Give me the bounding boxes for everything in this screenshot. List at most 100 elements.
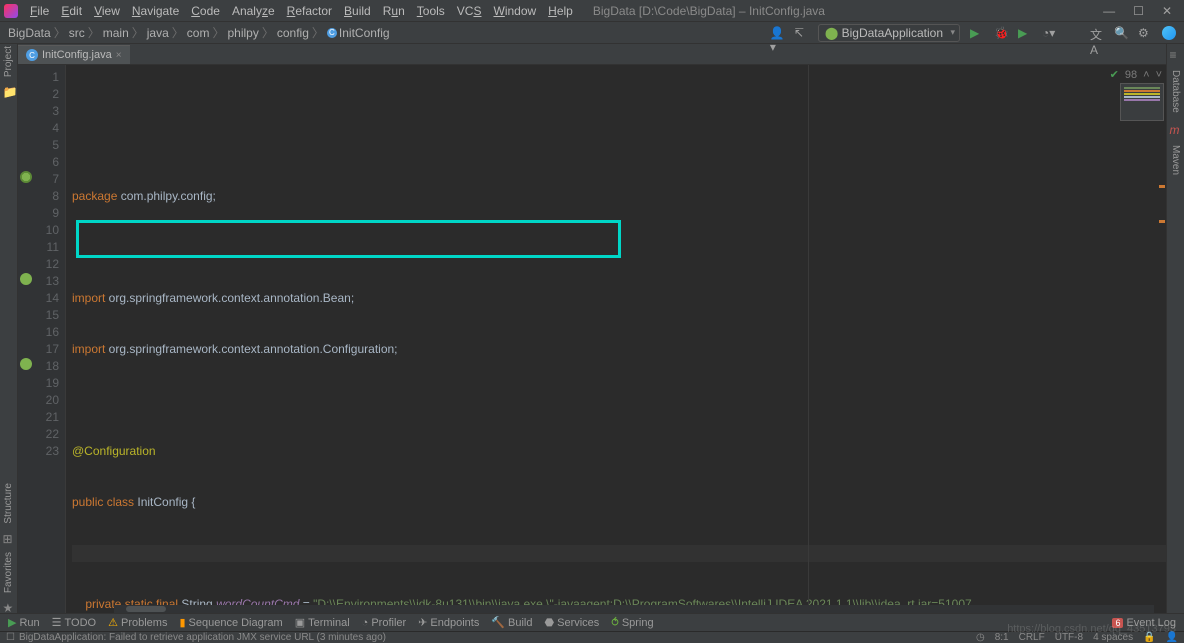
btab-problems[interactable]: ⚠Problems [108, 616, 167, 629]
btab-label: Event Log [1126, 617, 1176, 629]
btab-label: Build [508, 617, 532, 629]
btab-sequence[interactable]: ▮Sequence Diagram [179, 616, 282, 629]
file-tab-initconfig[interactable]: C InitConfig.java × [18, 45, 130, 64]
add-user-icon[interactable]: 👤▾ [770, 26, 784, 40]
chevron-up-icon[interactable]: ˄ [1143, 67, 1149, 84]
btab-services[interactable]: ⬣Services [545, 616, 600, 629]
star-icon: ★ [3, 601, 15, 613]
menu-vcs[interactable]: VCS [451, 2, 488, 20]
class-icon: C [327, 28, 337, 38]
structure-icon: ⊞ [3, 532, 15, 544]
menu-help[interactable]: Help [542, 2, 579, 20]
status-encoding[interactable]: UTF-8 [1055, 632, 1083, 643]
close-icon[interactable]: ✕ [1162, 4, 1172, 18]
menu-navigate[interactable]: Navigate [126, 2, 185, 20]
btab-label: Endpoints [430, 617, 479, 629]
bc-main[interactable]: main [103, 26, 129, 40]
btab-todo[interactable]: ☰TODO [52, 616, 96, 629]
hammer-icon[interactable]: ↸ [794, 26, 808, 40]
bc-project[interactable]: BigData [8, 26, 51, 40]
minimize-icon[interactable]: — [1103, 4, 1115, 18]
bc-com[interactable]: com [187, 26, 210, 40]
folder-icon[interactable]: 📁 [3, 85, 15, 97]
btab-terminal[interactable]: ▣Terminal [295, 616, 350, 629]
bc-java[interactable]: java [147, 26, 169, 40]
menu-window[interactable]: Window [487, 2, 542, 20]
btab-run[interactable]: ▶Run [8, 616, 40, 629]
gutter-bean-icon[interactable] [20, 358, 32, 370]
titlebar: File Edit View Navigate Code Analyze Ref… [0, 0, 1184, 22]
tool-maven[interactable]: Maven [1170, 145, 1181, 175]
bc-src[interactable]: src [69, 26, 85, 40]
btab-build[interactable]: 🔨Build [491, 616, 532, 629]
search-icon[interactable]: 🔍 [1114, 26, 1128, 40]
code-token: @Configuration [72, 444, 156, 458]
btab-label: Sequence Diagram [189, 617, 283, 629]
event-badge: 6 [1112, 618, 1123, 628]
btab-eventlog[interactable]: 6 Event Log [1112, 617, 1176, 629]
lock-icon[interactable]: 🔒 [1143, 632, 1155, 643]
tab-close-icon[interactable]: × [116, 50, 122, 61]
menu-run[interactable]: Run [377, 2, 411, 20]
editor[interactable]: 12345 678910 1112131415 1617181920 21222… [18, 65, 1166, 613]
horizontal-scrollbar[interactable] [114, 605, 1154, 613]
class-icon: C [26, 49, 38, 61]
tool-project[interactable]: Project [3, 46, 14, 77]
code-token: org.springframework.context.annotation.C… [105, 342, 397, 356]
status-caret-pos[interactable]: 8:1 [995, 632, 1009, 643]
inspection-ok-icon[interactable]: ✔ [1110, 67, 1119, 84]
run-config-selector[interactable]: ⬤ BigDataApplication [818, 24, 960, 42]
debug-icon[interactable]: 🐞 [994, 26, 1008, 40]
bc-philpy[interactable]: philpy [227, 26, 258, 40]
menu-build[interactable]: Build [338, 2, 377, 20]
tool-structure[interactable]: Structure [3, 483, 14, 524]
chevron-down-icon[interactable]: ˅ [1156, 67, 1162, 84]
btab-label: TODO [65, 617, 97, 629]
code-area[interactable]: ✔ 98 ˄ ˅ package com.philpy.config; impo… [66, 65, 1166, 613]
status-indent[interactable]: 4 spaces [1093, 632, 1133, 643]
bc-class[interactable]: InitConfig [339, 26, 390, 40]
code-token: InitConfig { [134, 495, 195, 509]
stop-icon[interactable] [1066, 26, 1080, 40]
menu-view[interactable]: View [88, 2, 126, 20]
btab-profiler[interactable]: ◔Profiler [362, 617, 407, 629]
status-message: BigDataApplication: Failed to retrieve a… [19, 632, 386, 643]
right-margin-line [808, 65, 809, 613]
btab-label: Terminal [308, 617, 350, 629]
translate-icon[interactable]: 文A [1090, 26, 1104, 40]
status-line-sep[interactable]: CRLF [1019, 632, 1045, 643]
avatar-icon[interactable] [1162, 26, 1176, 40]
code-token: import [72, 342, 105, 356]
gutter[interactable]: 12345 678910 1112131415 1617181920 21222… [18, 65, 66, 613]
menu-analyze[interactable]: Analyze [226, 2, 281, 20]
menu-refactor[interactable]: Refactor [281, 2, 338, 20]
code-token: com.philpy.config; [117, 189, 216, 203]
caret-line [72, 545, 1166, 562]
gutter-bean-icon[interactable] [20, 273, 32, 285]
status-icon[interactable]: ☐ [6, 632, 15, 643]
statusbar: ☐ BigDataApplication: Failed to retrieve… [0, 631, 1184, 643]
btab-endpoints[interactable]: ✈Endpoints [418, 616, 479, 629]
maximize-icon[interactable]: ☐ [1133, 4, 1144, 18]
person-icon[interactable]: 👤 [1166, 632, 1178, 643]
coverage-icon[interactable]: ▶ [1018, 26, 1032, 40]
btab-spring[interactable]: ⥀Spring [611, 616, 653, 629]
code-token: public class [72, 495, 134, 509]
bottom-tool-tabs: ▶Run ☰TODO ⚠Problems ▮Sequence Diagram ▣… [0, 613, 1184, 631]
gutter-run-icon[interactable] [20, 171, 32, 183]
settings-icon[interactable]: ⚙ [1138, 26, 1152, 40]
btab-label: Spring [622, 617, 654, 629]
tool-favorites[interactable]: Favorites [3, 552, 14, 593]
profile-icon[interactable]: ◔▾ [1042, 26, 1056, 40]
error-stripe[interactable] [1156, 65, 1166, 613]
menu-tools[interactable]: Tools [411, 2, 451, 20]
menu-code[interactable]: Code [185, 2, 226, 20]
menu-edit[interactable]: Edit [55, 2, 88, 20]
menu-file[interactable]: File [24, 2, 55, 20]
scrollbar-thumb[interactable] [126, 606, 166, 612]
navbar: BigData〉 src〉 main〉 java〉 com〉 philpy〉 c… [0, 22, 1184, 44]
bc-config[interactable]: config [277, 26, 309, 40]
run-icon[interactable]: ▶ [970, 26, 984, 40]
tool-database[interactable]: Database [1170, 70, 1181, 113]
status-clock-icon[interactable]: ◷ [976, 632, 985, 643]
